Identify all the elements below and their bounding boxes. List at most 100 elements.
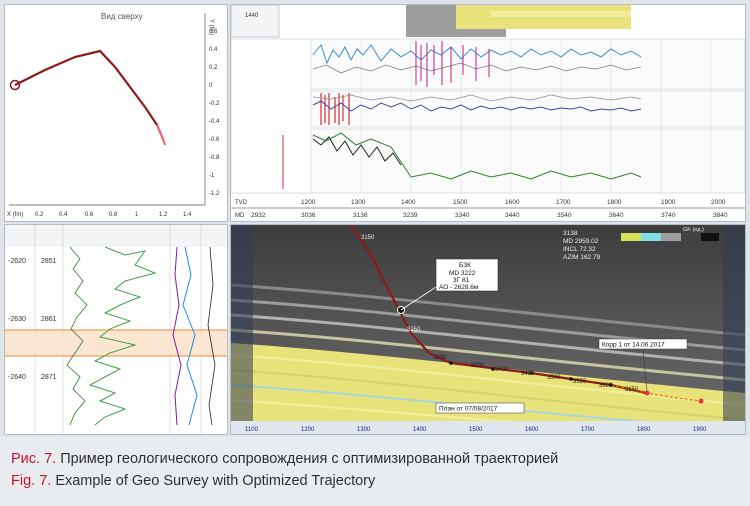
- md-depth-ticks: 2851 2861 2871: [41, 258, 57, 381]
- y-tick: -0.8: [209, 155, 220, 161]
- plan-label: План от 07/08/2017: [439, 406, 498, 413]
- top-view-panel: Вид сверху Y (fm) 0.6 0.4 0.2 0 -0.2 -0.…: [4, 4, 228, 222]
- station-label: 3250: [407, 327, 421, 333]
- tvd-tick: 1700: [556, 199, 571, 206]
- x-axis-label: X (fm): [7, 212, 23, 218]
- x-tick: 0.8: [109, 212, 118, 218]
- section-x-tick: 1700: [581, 427, 595, 433]
- correction-point-icon: [644, 390, 650, 396]
- depth-tick: -2620: [8, 258, 26, 265]
- md-tick: 3138: [353, 212, 368, 219]
- figure-frame: Вид сверху Y (fm) 0.6 0.4 0.2 0 -0.2 -0.…: [0, 0, 750, 437]
- tvd-tick: 1800: [607, 199, 622, 206]
- logs-panel: 1440 TVD MD 1200 1300 1400 1500 1600 170…: [230, 4, 746, 222]
- md-depth-tick: 2871: [41, 374, 57, 381]
- station-label: 3550: [573, 379, 587, 385]
- md-tick: 3036: [301, 212, 316, 219]
- station-label: 3200: [433, 355, 447, 361]
- tvd-axis-label: TVD: [235, 200, 248, 206]
- depth-ticks: -2620 -2630 -2640: [8, 258, 26, 381]
- callout-line: MD 3222: [449, 270, 476, 277]
- md-axis-label: MD: [235, 213, 245, 219]
- section-x-tick: 1200: [301, 427, 315, 433]
- y-tick: -0.6: [209, 137, 220, 143]
- tvd-tick: 1600: [505, 199, 520, 206]
- station-label: 3650: [625, 387, 639, 393]
- station-label: 3300: [471, 363, 485, 369]
- caption-ru-label: Рис. 7.: [11, 451, 57, 467]
- depth-panel: -2620 -2630 -2640 2851 2861 2871: [4, 224, 228, 435]
- y-tick-labels: 0.6 0.4 0.2 0 -0.2 -0.4 -0.6 -0.8 -1 -1.…: [209, 29, 220, 197]
- tvd-tick: 1300: [351, 199, 366, 206]
- station-label: 3150: [361, 235, 375, 241]
- md-tick: 3340: [455, 212, 470, 219]
- tvd-ticks: 1200 1300 1400 1500 1600 1700 1800 1900 …: [301, 199, 726, 206]
- md-depth-tick: 2851: [41, 258, 57, 265]
- depth-tick: -2640: [8, 374, 26, 381]
- y-tick: 0.2: [209, 65, 218, 71]
- y-tick: -0.2: [209, 101, 220, 107]
- y-tick: -1.2: [209, 191, 220, 197]
- x-tick: 1.4: [183, 212, 192, 218]
- station-label: 3500: [547, 375, 561, 381]
- x-tick: 0.4: [59, 212, 68, 218]
- y-tick: 0.4: [209, 47, 218, 53]
- y-tick: 0.6: [209, 29, 218, 35]
- tvd-first-label: 1440: [245, 13, 259, 19]
- station-label: 3600: [599, 383, 613, 389]
- info-line: MD 2959.02: [563, 238, 599, 245]
- tvd-tick: 1400: [401, 199, 416, 206]
- top-view-trajectory-tail: [155, 124, 167, 146]
- caption-en: Fig. 7. Example of Geo Survey with Optim…: [11, 473, 375, 489]
- x-tick: 0.6: [85, 212, 94, 218]
- tvd-tick: 1900: [661, 199, 676, 206]
- callout-box: БЗК MD 3222 3Г 81 АО - 2628.6м: [435, 258, 499, 292]
- plan-end-point-icon: [698, 398, 704, 404]
- top-view-trajectory: [14, 49, 165, 140]
- caption-ru-text: Пример геологического сопровождения с оп…: [56, 451, 559, 467]
- tvd-tick: 1500: [453, 199, 468, 206]
- md-tick: 3540: [557, 212, 572, 219]
- callout-line: 3Г 81: [453, 277, 470, 284]
- y-tick: -0.4: [209, 119, 220, 125]
- y-tick: 0: [209, 83, 213, 89]
- y-tick: -1: [209, 173, 215, 179]
- section-x-tick: 1100: [245, 427, 259, 433]
- section-x-ticks: 1100 1200 1300 1400 1500 1600 1700 1800 …: [245, 427, 707, 433]
- md-tick: 3840: [713, 212, 728, 219]
- correction-label: Корр 1 от 14.06.2017: [602, 342, 665, 349]
- caption-en-text: Example of Geo Survey with Optimized Tra…: [51, 473, 376, 489]
- md-tick: 3239: [403, 212, 418, 219]
- station-label: 3450: [521, 371, 535, 377]
- tvd-tick: 1200: [301, 199, 316, 206]
- md-depth-tick: 2861: [41, 316, 57, 323]
- cross-section-panel: 1100 1200 1300 1400 1500 1600 1700 1800 …: [230, 224, 746, 435]
- x-tick: 0.2: [35, 212, 44, 218]
- plan-label-box: План от 07/08/2017: [435, 402, 525, 414]
- callout-line: АО - 2628.6м: [439, 284, 479, 291]
- info-line: 3138: [563, 230, 578, 237]
- section-x-tick: 1800: [637, 427, 651, 433]
- target-zone-band: [5, 330, 227, 356]
- md-tick: 3440: [505, 212, 520, 219]
- md-tick: 2932: [251, 212, 266, 219]
- depth-tick: -2630: [8, 316, 26, 323]
- x-tick: 1: [135, 212, 139, 218]
- top-view-title: Вид сверху: [101, 12, 143, 21]
- caption-en-label: Fig. 7.: [11, 473, 52, 489]
- info-line: AZIM 162.79: [563, 254, 601, 261]
- caption-ru: Рис. 7. Пример геологического сопровожде…: [11, 451, 558, 467]
- callout-line: БЗК: [459, 262, 471, 269]
- section-x-tick: 1600: [525, 427, 539, 433]
- gk-scale-label: GK (ед.): [683, 227, 704, 233]
- x-tick: 1.2: [159, 212, 168, 218]
- tvd-tick: 2000: [711, 199, 726, 206]
- section-x-tick: 1500: [469, 427, 483, 433]
- section-x-tick: 1900: [693, 427, 707, 433]
- md-tick: 3640: [609, 212, 624, 219]
- station-label: 3400: [495, 367, 509, 373]
- info-line: INCL 72.32: [563, 246, 596, 253]
- section-x-tick: 1300: [357, 427, 371, 433]
- section-x-tick: 1400: [413, 427, 427, 433]
- md-tick: 3740: [661, 212, 676, 219]
